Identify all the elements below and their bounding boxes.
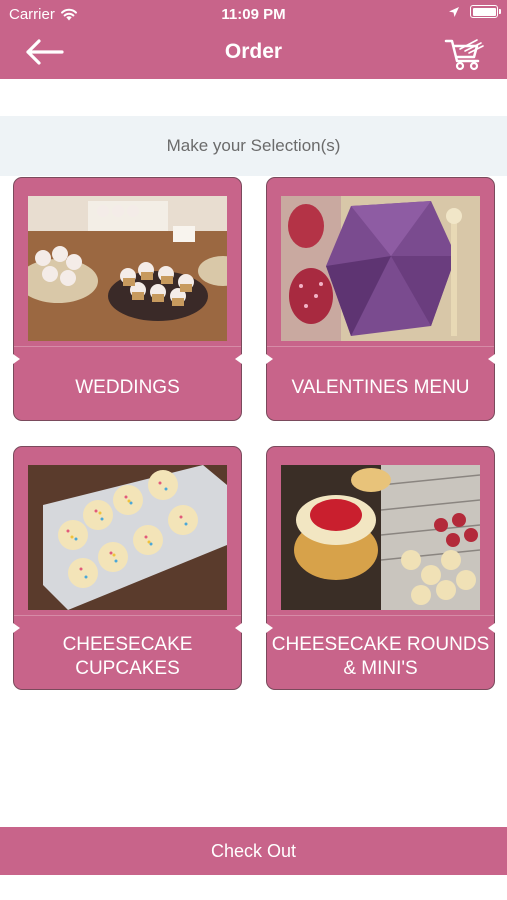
category-tile-valentines-menu[interactable]: VALENTINES MENU: [266, 177, 495, 421]
category-tile-cheesecake-cupcakes[interactable]: CHEESECAKE CUPCAKES: [13, 446, 242, 690]
category-label: WEDDINGS: [75, 377, 180, 398]
weddings-photo: [28, 196, 227, 341]
tile-divider: [267, 346, 494, 347]
page-title: Order: [224, 40, 283, 63]
category-label: CHEESECAKE ROUNDS & MINI'S: [271, 634, 490, 679]
cart-button[interactable]: [443, 34, 487, 72]
header: Carrier 11:09 PM Order: [0, 0, 507, 79]
category-tile-cheesecake-rounds-minis[interactable]: CHEESECAKE ROUNDS & MINI'S: [266, 446, 495, 690]
cupcakes-photo: [28, 465, 227, 610]
tile-divider: [14, 615, 241, 616]
tile-divider: [267, 615, 494, 616]
category-label: CHEESECAKE CUPCAKES: [62, 634, 193, 679]
status-time: 11:09 PM: [221, 6, 286, 23]
shopping-cart-icon: [444, 39, 484, 71]
battery-icon: [470, 5, 501, 18]
location-arrow-icon: [449, 6, 459, 17]
cheesecake-rounds-photo: [281, 465, 480, 610]
selection-prompt: Make your Selection(s): [0, 116, 507, 176]
category-tile-weddings[interactable]: WEDDINGS: [13, 177, 242, 421]
checkout-button[interactable]: Check Out: [0, 827, 507, 875]
tile-divider: [14, 346, 241, 347]
category-label: VALENTINES MENU: [291, 377, 470, 398]
status-right: [448, 5, 501, 18]
nav-bar: Order: [0, 28, 507, 79]
valentines-photo: [281, 196, 480, 341]
status-bar: Carrier 11:09 PM: [0, 0, 507, 28]
